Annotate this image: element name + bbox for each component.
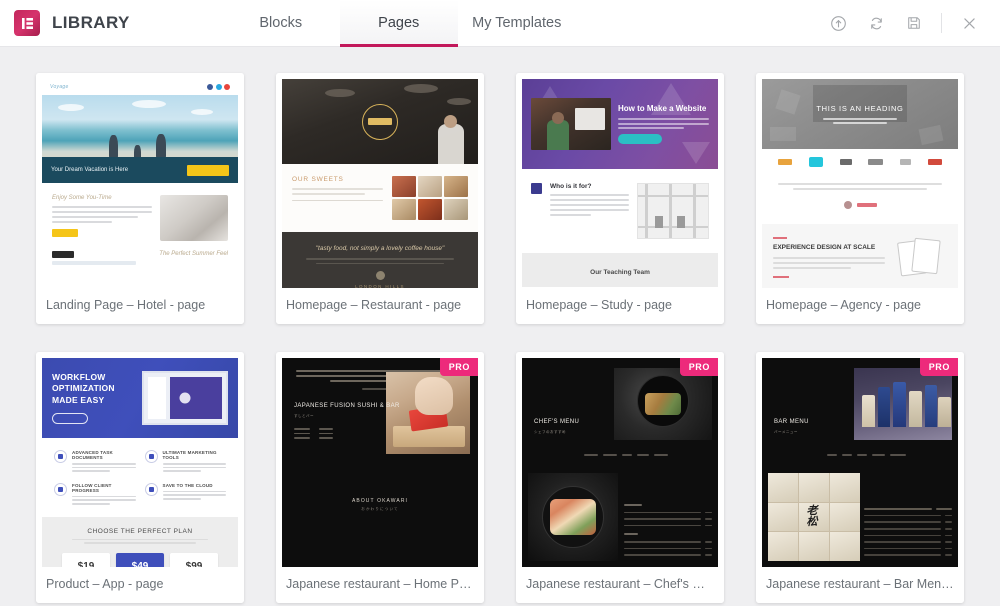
preview-section-heading: OUR SWEETS — [292, 176, 344, 183]
template-title: Japanese restaurant – Chef's Menu... — [516, 567, 724, 603]
template-thumbnail: PRO CHEF'S MENU シェフのおすすめ — [516, 352, 724, 567]
sync-refresh-icon[interactable] — [859, 6, 893, 40]
preview-section-heading: Enjoy Some You-Time — [52, 195, 112, 201]
library-modal-header: LIBRARY Blocks Pages My Templates — [0, 0, 1000, 47]
plan-price: $99 — [185, 560, 203, 567]
preview-image — [614, 368, 712, 440]
template-title: Homepage – Study - page — [516, 288, 724, 324]
preview-pricing-plans: $19 PER MONTH $49 PER MONTH $99 — [50, 552, 230, 567]
preview-subheading: すしとバー — [294, 414, 314, 418]
plan-price: $49 — [131, 560, 149, 567]
preview-menu-list — [624, 503, 712, 561]
template-card-japanese-bar-menu[interactable]: PRO BAR MENU バーメニュー 老松 Japanese restaura… — [756, 352, 964, 603]
preview-image-secondary: 老松 — [768, 473, 860, 561]
template-card-japanese-home-page[interactable]: PRO JAPANESE FUSION SUSHI & BAR すしとバー AB… — [276, 352, 484, 603]
template-card-homepage-study[interactable]: How to Make a Website Who is it for? Our… — [516, 73, 724, 324]
preview-nav — [550, 454, 702, 456]
preview-hero-text: Your Dream Vacation is Here — [51, 167, 129, 173]
preview-image — [854, 368, 952, 440]
tab-pages-label: Pages — [378, 15, 420, 31]
templates-grid: Voyage Your Dream Vacation is Here Enjoy… — [36, 73, 964, 603]
pro-badge: PRO — [439, 358, 478, 376]
preview-nav — [790, 454, 942, 456]
preview-subheading: バーメニュー — [774, 430, 798, 434]
template-card-landing-page-hotel[interactable]: Voyage Your Dream Vacation is Here Enjoy… — [36, 73, 244, 324]
preview-image-secondary — [528, 473, 618, 561]
preview-subheading: シェフのおすすめ — [534, 430, 566, 434]
divider — [941, 13, 942, 33]
template-card-homepage-restaurant[interactable]: OUR SWEETS "tasty food, not simply a lov… — [276, 73, 484, 324]
library-tabs: Blocks Pages My Templates — [222, 0, 576, 47]
preview-logo: Voyage — [50, 84, 69, 90]
preview-heading: BAR MENU — [774, 419, 809, 425]
template-title: Homepage – Agency - page — [756, 288, 964, 324]
template-card-japanese-chefs-menu[interactable]: PRO CHEF'S MENU シェフのおすすめ Japanese restau… — [516, 352, 724, 603]
close-x-icon[interactable] — [952, 6, 986, 40]
plan-price: $19 — [77, 560, 95, 567]
template-title: Landing Page – Hotel - page — [36, 288, 244, 324]
template-thumbnail: WORKFLOW OPTIMIZATION MADE EASY ADVANCED… — [36, 352, 244, 567]
template-title: Product – App - page — [36, 567, 244, 603]
pro-badge: PRO — [679, 358, 718, 376]
tab-blocks-label: Blocks — [259, 15, 303, 31]
pro-badge: PRO — [919, 358, 958, 376]
template-thumbnail: PRO BAR MENU バーメニュー 老松 — [756, 352, 964, 567]
template-thumbnail: Voyage Your Dream Vacation is Here Enjoy… — [36, 73, 244, 288]
social-icons — [207, 84, 230, 90]
tab-pages[interactable]: Pages — [339, 0, 458, 47]
tab-my-templates[interactable]: My Templates — [458, 0, 576, 47]
preview-kanji: 老松 — [806, 504, 818, 528]
preview-quote: "tasty food, not simply a lovely coffee … — [315, 245, 445, 252]
preview-hero-heading: THIS IS AN HEADING — [816, 103, 904, 113]
preview-about-sub: おかわりについて — [361, 507, 399, 511]
preview-section-heading: Who is it for? — [550, 183, 592, 190]
templates-scroll-area[interactable]: Voyage Your Dream Vacation is Here Enjoy… — [0, 47, 1000, 606]
preview-signature: LONDON HILLS — [355, 284, 405, 288]
template-title: Homepage – Restaurant - page — [276, 288, 484, 324]
page-title: LIBRARY — [52, 13, 130, 32]
preview-footer-heading: The Perfect Summer Feel — [159, 251, 228, 257]
floppy-save-icon[interactable] — [897, 6, 931, 40]
header-actions — [821, 6, 1000, 40]
preview-heading: JAPANESE FUSION SUSHI & BAR — [294, 403, 400, 409]
preview-about-heading: ABOUT OKAWARI — [351, 498, 409, 504]
template-card-product-app[interactable]: WORKFLOW OPTIMIZATION MADE EASY ADVANCED… — [36, 352, 244, 603]
brand: LIBRARY — [0, 10, 130, 36]
preview-features: ADVANCED TASK DOCUMENTS ULTIMATE MARKETI… — [42, 438, 238, 517]
preview-heading: CHEF'S MENU — [534, 419, 580, 425]
preview-hero-heading: How to Make a Website — [618, 104, 707, 113]
preview-gallery — [392, 176, 468, 220]
upload-circle-icon[interactable] — [821, 6, 855, 40]
template-thumbnail: How to Make a Website Who is it for? Our… — [516, 73, 724, 288]
template-thumbnail: THIS IS AN HEADING EXPERIENCE DESIGN AT … — [756, 73, 964, 288]
preview-hero-heading: WORKFLOW OPTIMIZATION MADE EASY — [52, 372, 115, 405]
template-card-homepage-agency[interactable]: THIS IS AN HEADING EXPERIENCE DESIGN AT … — [756, 73, 964, 324]
template-title: Japanese restaurant – Home Page ... — [276, 567, 484, 603]
tab-my-templates-label: My Templates — [472, 15, 562, 31]
preview-logo-strip — [762, 149, 958, 175]
preview-pricing-heading: CHOOSE THE PERFECT PLAN — [87, 527, 193, 535]
preview-menu-list — [864, 508, 952, 561]
template-title: Japanese restaurant – Bar Menu - ... — [756, 567, 964, 603]
preview-footer-heading: Our Teaching Team — [590, 269, 650, 276]
elementor-logo-icon — [14, 10, 40, 36]
template-thumbnail: PRO JAPANESE FUSION SUSHI & BAR すしとバー AB… — [276, 352, 484, 567]
tab-blocks[interactable]: Blocks — [222, 0, 340, 47]
preview-section-heading: EXPERIENCE DESIGN AT SCALE — [773, 244, 876, 251]
template-thumbnail: OUR SWEETS "tasty food, not simply a lov… — [276, 73, 484, 288]
